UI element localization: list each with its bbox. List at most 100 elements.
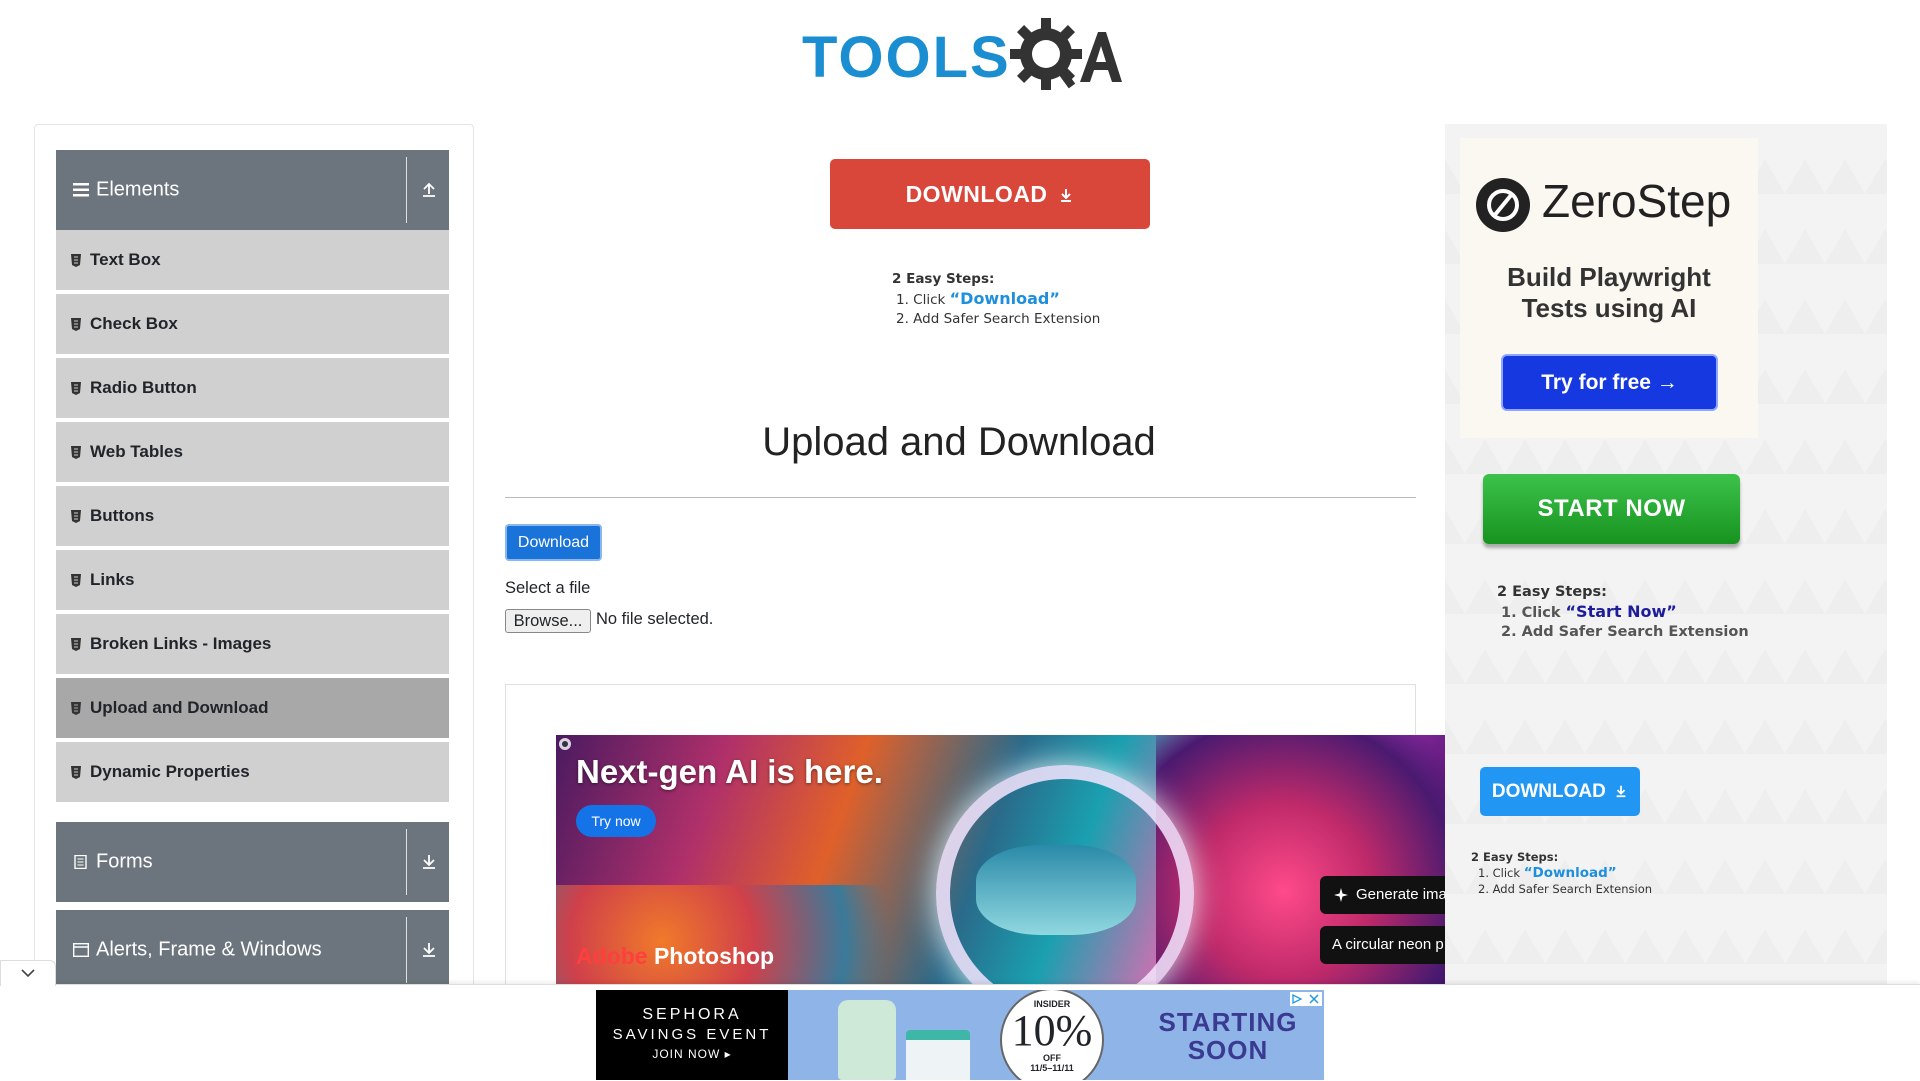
steps-heading: 2 Easy Steps: <box>892 271 995 287</box>
sidebar-nav: Elements Text Box Check Box Radio Button… <box>34 124 474 994</box>
step1-link[interactable]: “Start Now” <box>1566 602 1677 621</box>
divider <box>505 497 1416 498</box>
sparkle-icon <box>1334 888 1348 902</box>
ad-try-now-button[interactable]: Try now <box>576 805 656 837</box>
download-arrow-icon[interactable] <box>419 940 439 960</box>
brand-photoshop: Photoshop <box>647 943 775 969</box>
ad-image-coral <box>556 885 956 985</box>
sidebar-item-text-box[interactable]: Text Box <box>56 230 449 292</box>
group-forms[interactable]: Forms <box>56 822 449 902</box>
divider <box>406 829 407 895</box>
form-icon <box>74 855 87 869</box>
step2-text: 2. Add Safer Search Extension <box>896 311 1101 327</box>
select-file-label: Select a file <box>505 579 591 597</box>
step1-link[interactable]: “Download” <box>1524 865 1617 881</box>
download-icon <box>1616 785 1626 798</box>
group-alerts-frame-windows[interactable]: Alerts, Frame & Windows <box>56 910 449 990</box>
download-button[interactable]: Download <box>505 524 602 561</box>
sidebar-item-label: Check Box <box>90 314 178 333</box>
ad-steps: 2 Easy Steps: 1. Click “Download” 2. Add… <box>892 270 1100 329</box>
html5-icon <box>71 510 81 523</box>
try-for-free-button[interactable]: Try for free → <box>1501 354 1718 411</box>
step2-text: 2. Add Safer Search Extension <box>1501 624 1749 640</box>
sidebar-item-label: Dynamic Properties <box>90 762 250 781</box>
sidebar-item-web-tables[interactable]: Web Tables <box>56 422 449 484</box>
offer-starting-soon: STARTING SOON <box>1138 1008 1318 1064</box>
offer-badge: INSIDER 10% OFF 11/5–11/11 <box>1000 990 1104 1080</box>
zerostep-ad[interactable]: ZeroStep Build Playwright Tests using AI… <box>1460 138 1758 438</box>
hamburger-icon <box>73 183 89 197</box>
sephora-event: SAVINGS EVENT <box>612 1026 772 1043</box>
page-title: Upload and Download <box>762 420 1156 464</box>
logo-text: TOOLS <box>802 25 1011 90</box>
ad-steps: 2 Easy Steps: 1. Click “Download” 2. Add… <box>1471 849 1652 897</box>
adchoices-icon[interactable] <box>559 738 571 750</box>
tagline-line: Tests using AI <box>1521 293 1697 323</box>
sephora-panel: SEPHORA SAVINGS EVENT JOIN NOW ▸ <box>596 990 788 1080</box>
chevron-down-icon <box>21 969 35 978</box>
sidebar-item-links[interactable]: Links <box>56 550 449 612</box>
adchoices-close-icon[interactable] <box>1290 992 1322 1006</box>
sephora-join-now[interactable]: JOIN NOW ▸ <box>596 1047 788 1061</box>
file-status: No file selected. <box>596 610 714 628</box>
sidebar-item-label: Links <box>90 570 135 589</box>
html5-icon <box>71 318 81 331</box>
group-label: Elements <box>96 178 180 201</box>
brand-adobe: Adobe <box>576 943 648 969</box>
sidebar-item-label: Broken Links - Images <box>90 634 272 653</box>
sidebar-item-upload-and-download[interactable]: Upload and Download <box>56 678 449 740</box>
sidebar-item-dynamic-properties[interactable]: Dynamic Properties <box>56 742 449 804</box>
ad-download-label: DOWNLOAD <box>905 181 1048 207</box>
offer-percent: 10% <box>1011 1006 1093 1055</box>
soon-text: SOON <box>1187 1035 1269 1065</box>
photoshop-ad[interactable]: Next-gen AI is here. Try now Adobe Photo… <box>556 735 1445 985</box>
sidebar-item-label: Upload and Download <box>90 698 269 717</box>
group-label: Alerts, Frame & Windows <box>96 938 322 961</box>
sidebar-item-buttons[interactable]: Buttons <box>56 486 449 548</box>
download-arrow-icon[interactable] <box>419 852 439 872</box>
sephora-offer-panel: INSIDER 10% OFF 11/5–11/11 STARTING SOON <box>788 990 1324 1080</box>
upload-arrow-icon[interactable] <box>419 180 439 200</box>
sidebar-item-radio-button[interactable]: Radio Button <box>56 358 449 420</box>
toolsqa-logo[interactable]: TOOLS <box>800 14 1124 94</box>
step1-link[interactable]: “Download” <box>950 289 1060 308</box>
rail-download-label: DOWNLOAD <box>1491 781 1606 802</box>
sidebar-item-broken-links[interactable]: Broken Links - Images <box>56 614 449 676</box>
offer-dates: 11/5–11/11 <box>1030 1063 1074 1073</box>
rail-download-button[interactable]: DOWNLOAD <box>1480 767 1640 816</box>
html5-icon <box>71 254 81 267</box>
tagline-line: Build Playwright <box>1507 262 1711 292</box>
html5-icon <box>71 574 81 587</box>
collapse-ad-toggle[interactable] <box>0 960 56 986</box>
html5-icon <box>71 446 81 459</box>
sidebar-item-label: Buttons <box>90 506 155 525</box>
ad-download-button[interactable]: DOWNLOAD <box>830 159 1150 229</box>
ad-close-controls[interactable] <box>1290 992 1322 1006</box>
sidebar-item-check-box[interactable]: Check Box <box>56 294 449 356</box>
html5-icon <box>71 382 81 395</box>
zerostep-name: ZeroStep <box>1542 175 1732 227</box>
steps-heading: 2 Easy Steps: <box>1497 584 1607 600</box>
steps-heading: 2 Easy Steps: <box>1471 850 1559 864</box>
divider <box>406 157 407 223</box>
step1-prefix: 1. Click <box>1501 605 1561 621</box>
ad-headline: Next-gen AI is here. <box>576 753 883 790</box>
start-now-button[interactable]: START NOW <box>1483 474 1740 544</box>
step2-text: 2. Add Safer Search Extension <box>1478 882 1653 896</box>
group-elements[interactable]: Elements <box>56 150 449 230</box>
starting-text: STARTING <box>1158 1007 1298 1037</box>
html5-icon <box>71 702 81 715</box>
step1-prefix: 1. Click <box>1478 866 1521 880</box>
ad-brand: Adobe Photoshop <box>576 943 774 970</box>
ad-prompt-pill: A circular neon p <box>1320 926 1445 964</box>
sidebar-item-label: Text Box <box>90 250 161 269</box>
browse-button[interactable]: Browse... <box>505 609 591 633</box>
window-icon <box>73 943 89 957</box>
product-jar-image <box>906 1030 970 1080</box>
group-label: Forms <box>96 850 153 873</box>
product-bottle-image <box>838 1000 896 1080</box>
sephora-ad[interactable]: SEPHORA SAVINGS EVENT JOIN NOW ▸ INSIDER… <box>596 990 1324 1080</box>
zerostep-logo-icon <box>1476 178 1530 232</box>
sidebar-item-label: Radio Button <box>90 378 197 397</box>
logo-a-letter <box>1080 32 1122 82</box>
